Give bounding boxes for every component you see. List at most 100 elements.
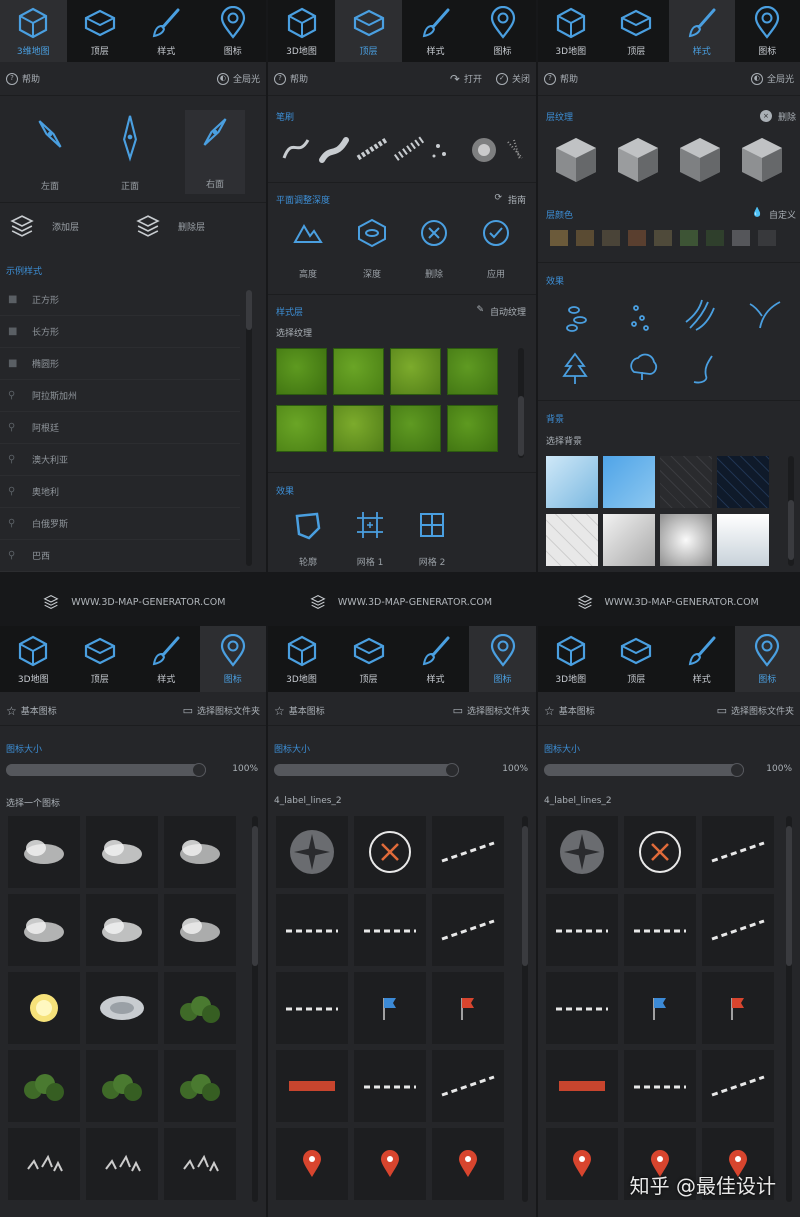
texture-swatch[interactable] [276, 348, 327, 395]
texture-swatch[interactable] [390, 348, 441, 395]
effect-icons[interactable] [558, 296, 788, 396]
close-button[interactable]: ✓ 关闭 [495, 72, 530, 85]
icon-cell[interactable] [432, 816, 504, 888]
background-swatch[interactable] [546, 456, 598, 508]
effect-grid1-button[interactable]: 网格 1 [350, 508, 390, 568]
icon-cell[interactable] [86, 972, 158, 1044]
brush-strokes[interactable] [278, 128, 528, 170]
icon-cell[interactable] [164, 894, 236, 966]
list-item[interactable]: ■ 椭圆形 [0, 348, 240, 380]
icon-cell[interactable] [86, 1128, 158, 1200]
tab-top-layer[interactable]: 顶层 [335, 0, 402, 62]
tab-style[interactable]: 样式 [402, 0, 469, 62]
scrollbar-thumb[interactable] [252, 826, 258, 966]
adjust-height-button[interactable]: 高度 [288, 216, 328, 280]
icon-cell[interactable] [702, 894, 774, 966]
view-left[interactable]: 左面 [20, 112, 80, 192]
background-swatch[interactable] [603, 456, 655, 508]
tab-icons[interactable]: 图标 [469, 626, 536, 692]
texture-cube[interactable] [676, 134, 724, 186]
icon-cell[interactable] [86, 1050, 158, 1122]
icon-size-slider[interactable] [544, 763, 744, 777]
icon-cell[interactable] [86, 816, 158, 888]
background-swatch[interactable] [660, 514, 712, 566]
color-swatch[interactable] [550, 230, 568, 246]
color-swatch[interactable] [758, 230, 776, 246]
icon-size-slider[interactable] [274, 763, 459, 777]
tab-style[interactable]: 样式 [669, 626, 735, 692]
list-item[interactable]: ■ 正方形 [0, 284, 240, 316]
icon-size-slider[interactable] [6, 763, 206, 777]
icon-cell[interactable] [432, 972, 504, 1044]
tab-icons[interactable]: 图标 [734, 626, 800, 692]
list-item[interactable]: ⚲ 奥地利 [0, 476, 240, 508]
icon-cell[interactable] [276, 894, 348, 966]
icon-cell[interactable] [8, 894, 80, 966]
icon-cell[interactable] [164, 1128, 236, 1200]
delete-texture-button[interactable]: × 删除 [759, 110, 796, 123]
tab-top-layer[interactable]: 顶层 [67, 626, 134, 692]
global-light-button[interactable]: ◐ 全局光 [750, 72, 794, 85]
background-swatch[interactable] [603, 514, 655, 566]
color-swatch[interactable] [654, 230, 672, 246]
icon-cell[interactable] [8, 1128, 80, 1200]
icon-cell[interactable] [276, 816, 348, 888]
icon-cell[interactable] [276, 972, 348, 1044]
tab-icons[interactable]: 图标 [200, 0, 267, 62]
texture-swatch[interactable] [333, 348, 384, 395]
color-swatch[interactable] [732, 230, 750, 246]
icon-cell[interactable] [546, 894, 618, 966]
adjust-apply-button[interactable]: 应用 [476, 216, 516, 280]
help-button[interactable]: ? 帮助 [6, 72, 40, 85]
color-swatch[interactable] [576, 230, 594, 246]
icon-cell[interactable] [702, 816, 774, 888]
icon-cell[interactable] [276, 1128, 348, 1200]
tab-3d-map[interactable]: 3D地图 [268, 0, 335, 62]
icon-cell[interactable] [354, 1128, 426, 1200]
icon-cell[interactable] [546, 816, 618, 888]
background-swatch[interactable] [717, 514, 769, 566]
icon-cell[interactable] [354, 816, 426, 888]
effect-outline-button[interactable]: 轮廓 [288, 508, 328, 568]
icon-cell[interactable] [432, 1128, 504, 1200]
scrollbar[interactable] [246, 290, 252, 566]
color-swatch[interactable] [602, 230, 620, 246]
icon-cell[interactable] [86, 894, 158, 966]
icon-cell[interactable] [354, 1050, 426, 1122]
basic-icons-button[interactable]: ☆ 基本图标 [6, 704, 57, 718]
view-right[interactable]: 右面 [185, 110, 245, 194]
list-item[interactable]: ■ 长方形 [0, 316, 240, 348]
icon-cell[interactable] [546, 1128, 618, 1200]
icon-cell[interactable] [164, 816, 236, 888]
texture-cube[interactable] [552, 134, 600, 186]
icon-cell[interactable] [8, 972, 80, 1044]
choose-folder-button[interactable]: ▭ 选择图标文件夹 [183, 704, 260, 717]
scrollbar-thumb[interactable] [246, 290, 252, 330]
tab-top-layer[interactable]: 顶层 [335, 626, 402, 692]
tab-3d-map[interactable]: 3D地图 [268, 626, 335, 692]
adjust-depth-button[interactable]: 深度 [352, 216, 392, 280]
icon-cell[interactable] [432, 894, 504, 966]
tab-style[interactable]: 样式 [669, 0, 735, 62]
texture-cube[interactable] [614, 134, 662, 186]
basic-icons-button[interactable]: ☆ 基本图标 [274, 704, 325, 718]
texture-swatch[interactable] [390, 405, 441, 452]
tab-icons[interactable]: 图标 [735, 0, 800, 62]
tab-3d-map[interactable]: 3维地图 [0, 0, 67, 62]
tab-3d-map[interactable]: 3D地图 [538, 626, 604, 692]
color-swatch[interactable] [680, 230, 698, 246]
choose-folder-button[interactable]: ▭ 选择图标文件夹 [453, 704, 530, 717]
scrollbar-thumb[interactable] [518, 396, 524, 456]
icon-cell[interactable] [624, 1050, 696, 1122]
tab-top-layer[interactable]: 顶层 [67, 0, 134, 62]
slider-knob[interactable] [730, 763, 744, 777]
open-button[interactable]: ↷ 打开 [450, 72, 482, 86]
tab-style[interactable]: 样式 [133, 0, 200, 62]
icon-cell[interactable] [8, 816, 80, 888]
tab-top-layer[interactable]: 顶层 [604, 0, 670, 62]
texture-cube[interactable] [738, 134, 786, 186]
icon-cell[interactable] [164, 972, 236, 1044]
texture-swatch[interactable] [333, 405, 384, 452]
add-layer-button[interactable]: 添加层 [8, 212, 79, 240]
auto-texture-button[interactable]: ✎ 自动纹理 [476, 305, 526, 318]
